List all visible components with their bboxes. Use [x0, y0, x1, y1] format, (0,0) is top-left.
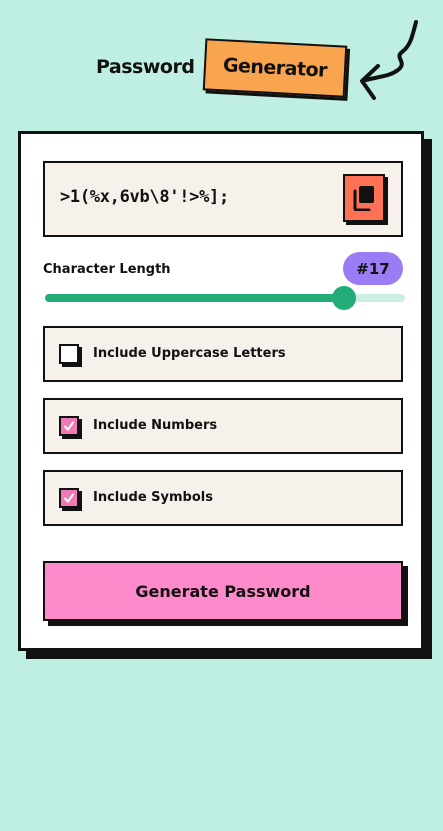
title-generator-tag: Generator — [202, 38, 348, 98]
uppercase-checkbox[interactable] — [59, 344, 79, 364]
copy-icon — [353, 186, 374, 211]
uppercase-label: Include Uppercase Letters — [93, 346, 286, 361]
copy-button[interactable] — [343, 174, 385, 222]
check-icon — [64, 493, 74, 503]
length-badge: #17 — [343, 252, 403, 285]
password-output: >1(%x,6vb\8'!>%]; — [43, 161, 403, 237]
squiggle-arrow-icon — [360, 20, 418, 100]
numbers-checkbox[interactable] — [59, 416, 79, 436]
option-uppercase[interactable]: Include Uppercase Letters — [43, 326, 403, 382]
symbols-checkbox[interactable] — [59, 488, 79, 508]
character-length-label: Character Length — [43, 262, 171, 277]
slider-thumb[interactable] — [331, 286, 356, 310]
option-symbols[interactable]: Include Symbols — [43, 470, 403, 526]
check-icon — [64, 421, 74, 431]
password-text: >1(%x,6vb\8'!>%]; — [60, 187, 229, 207]
title-password: Password — [96, 56, 195, 78]
length-slider[interactable] — [45, 286, 405, 310]
option-numbers[interactable]: Include Numbers — [43, 398, 403, 454]
slider-fill — [45, 294, 344, 302]
generator-card: >1(%x,6vb\8'!>%]; Character Length #17 I… — [18, 131, 424, 651]
numbers-label: Include Numbers — [93, 418, 218, 433]
page: Password Generator >1(%x,6vb\8'!>%]; Cha… — [0, 0, 443, 831]
symbols-label: Include Symbols — [93, 490, 213, 505]
title-generator: Generator — [222, 54, 328, 82]
generate-password-button[interactable]: Generate Password — [43, 561, 403, 621]
